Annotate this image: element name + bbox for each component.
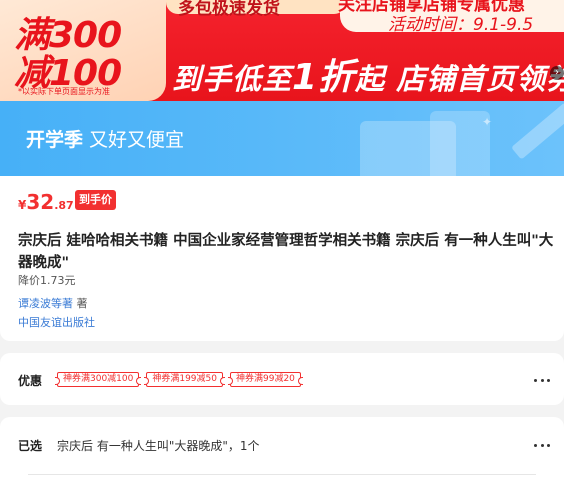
promo-banner[interactable]: 多包极速发货 关注店铺享店铺专属优惠 活动时间：9.1-9.5 满300 减10… [0,0,564,101]
discount-note: *以实际下单页面显示为准 [18,87,110,96]
season-title: 开学季 又好又便宜 [26,125,184,152]
offers-row[interactable]: 优惠 神券满300减100 神券满199减50 神券满99减20 [0,353,564,405]
chevron-right-icon[interactable]: › [550,66,564,80]
coupon-badge[interactable]: 神券满99减20 [228,372,303,387]
headline-b: 起 店铺首页领券 [355,62,564,96]
promo-period: 活动时间：9.1-9.5 [388,15,534,35]
coupon-badge[interactable]: 神券满300减100 [54,372,142,387]
selected-value: 宗庆后 有一种人生叫"大器晚成"，1个 [57,439,260,453]
shipping-promo-text: 多包极速发货 [178,0,280,19]
price-integer: 32 [26,190,55,214]
author-line: 谭凌波等著 著 [18,295,88,311]
divider [28,474,536,475]
coupon-list: 神券满300减100 神券满199减50 神券满99减20 [54,372,303,387]
document-icon [430,111,490,176]
publisher-link[interactable]: 中国友谊出版社 [18,314,95,330]
price: ¥32.87 [18,190,74,214]
more-icon[interactable] [534,442,550,448]
author-link[interactable]: 谭凌波等著 [18,297,73,310]
author-role: 著 [73,297,88,310]
season-title-rest: 又好又便宜 [83,129,185,151]
selected-label: 已选 [18,439,43,453]
price-reduction: 降价1.73元 [18,274,76,287]
more-icon[interactable] [534,377,550,383]
product-title: 宗庆后 娃哈哈相关书籍 中国企业家经营管理哲学相关书籍 宗庆后 有一种人生叫"大… [18,233,554,271]
offers-label: 优惠 [18,374,43,388]
pencil-icon [511,102,564,160]
coupon-badge[interactable]: 神券满199减50 [144,372,225,387]
price-decimal: .87 [54,199,74,212]
sparkle-icon: ✦ [482,115,493,129]
product-card: ¥32.87 到手价 宗庆后 娃哈哈相关书籍 中国企业家经营管理哲学相关书籍 宗… [0,176,564,341]
headline-big: 1折 [292,57,356,98]
season-title-strong: 开学季 [26,129,84,151]
promo-headline: 到手低至1折起 店铺首页领券 [172,48,564,100]
headline-a: 到手低至 [172,62,293,96]
selected-row[interactable]: 已选 宗庆后 有一种人生叫"大器晚成"，1个 [0,417,564,483]
product-page: 多包极速发货 关注店铺享店铺专属优惠 活动时间：9.1-9.5 满300 减10… [0,0,564,483]
season-banner[interactable]: ✦ 开学季 又好又便宜 [0,101,564,176]
price-tag-badge: 到手价 [75,190,116,210]
